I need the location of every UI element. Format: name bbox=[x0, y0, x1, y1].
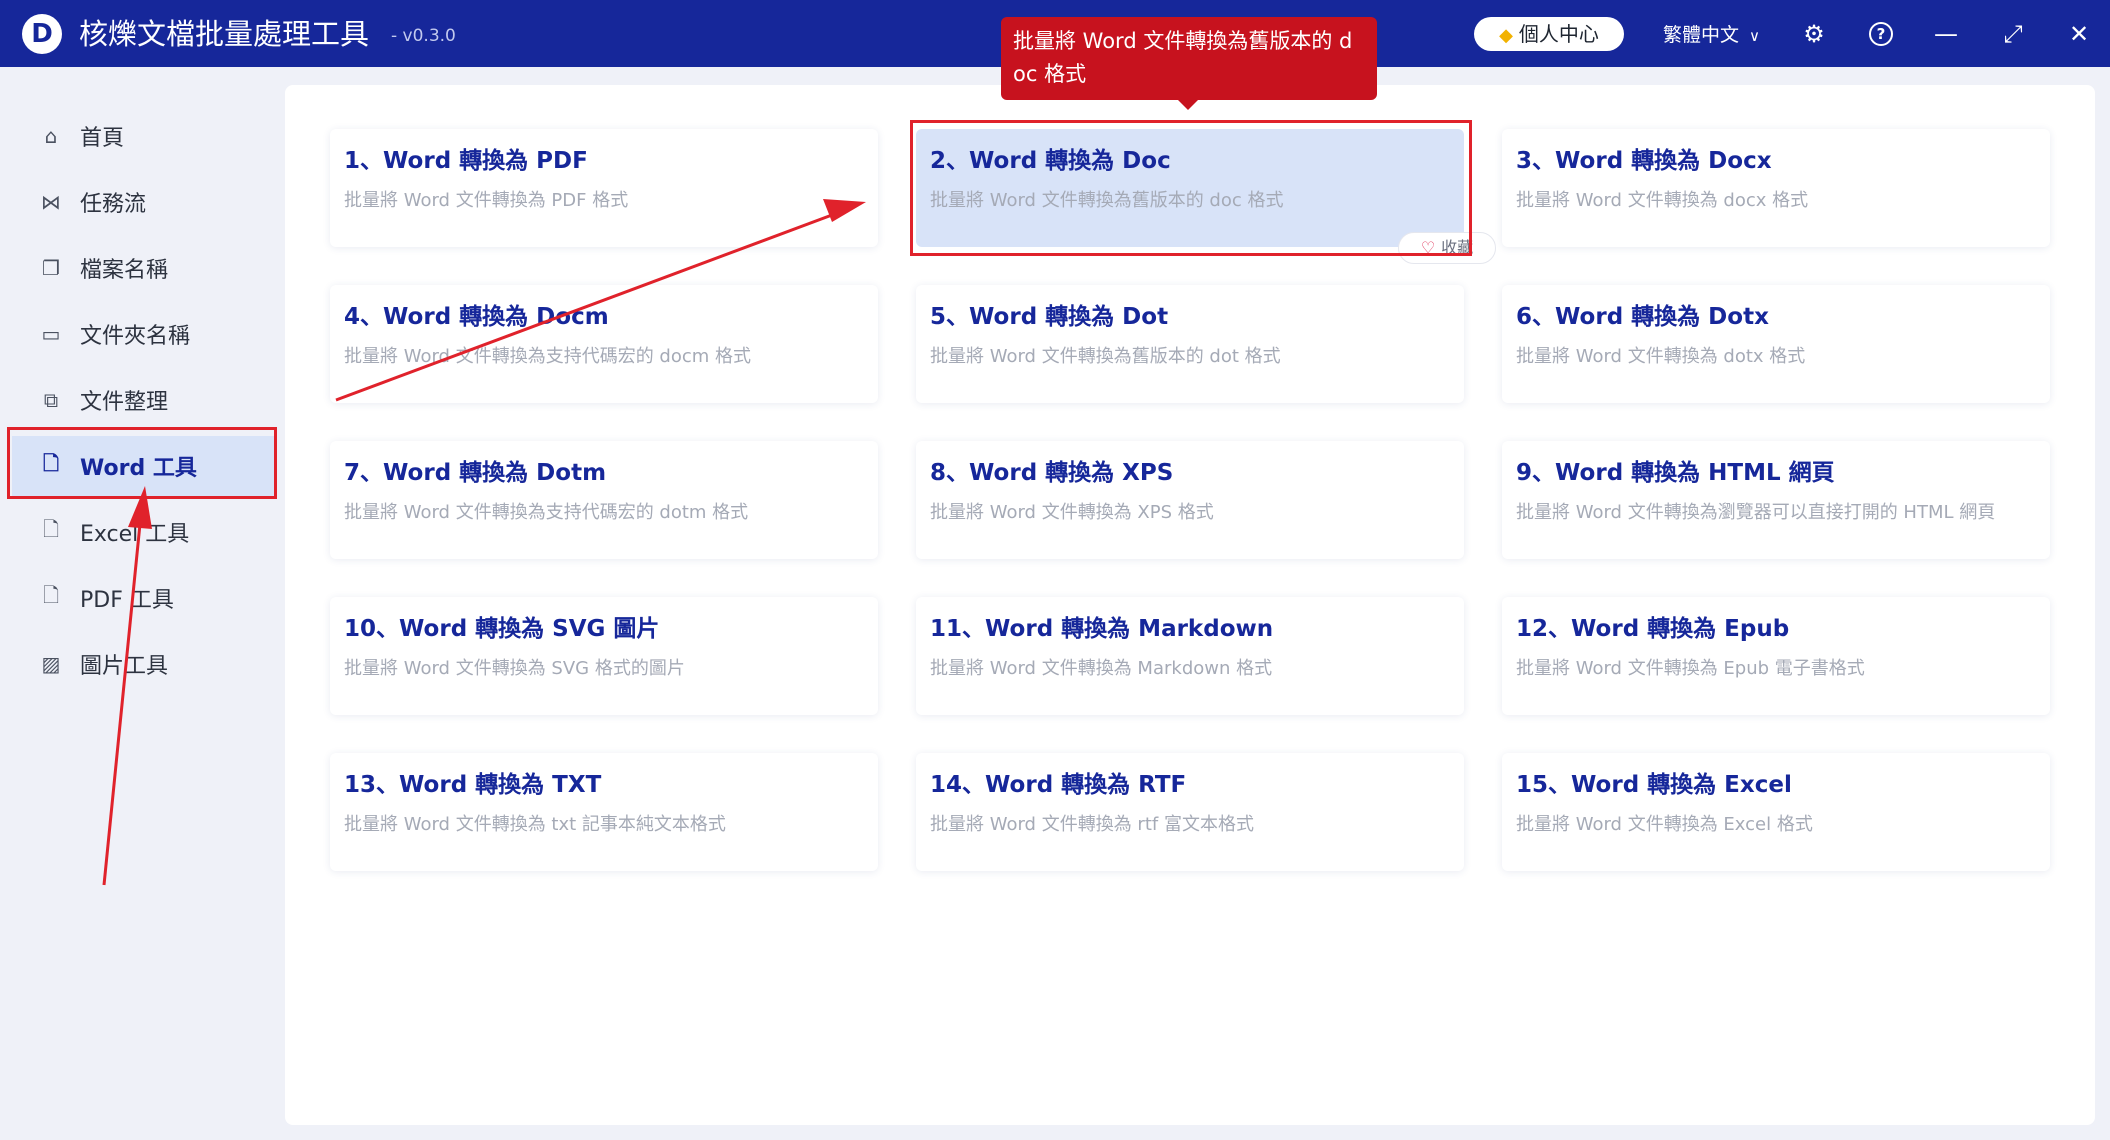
organize-icon: ⧉ bbox=[43, 388, 59, 412]
home-icon: ⌂ bbox=[44, 124, 58, 148]
card-title: 12、Word 轉換為 Epub bbox=[1516, 616, 1790, 642]
sidebar-item-label: 圖片工具 bbox=[80, 654, 169, 679]
card-title: 7、Word 轉換為 Dotm bbox=[344, 460, 607, 486]
settings-icon[interactable]: ⚙ bbox=[1798, 18, 1830, 50]
language-selector[interactable]: 繁體中文 ∨ bbox=[1663, 20, 1760, 51]
card-description: 批量將 Word 文件轉換為支持代碼宏的 docm 格式 bbox=[344, 346, 752, 367]
tool-card-word-to-docm[interactable]: 4、Word 轉換為 Docm 批量將 Word 文件轉換為支持代碼宏的 doc… bbox=[330, 285, 878, 403]
diamond-icon: ◆ bbox=[1499, 25, 1513, 46]
sidebar-item-folder-name[interactable]: ▭ 文件夾名稱 bbox=[12, 304, 274, 364]
sidebar: ⌂ 首頁 ⋈ 任務流 ❐ 檔案名稱 ▭ 文件夾名稱 ⧉ 文件整理 🗋 Word 工具 🗋 Ex… bbox=[0, 67, 285, 1140]
tool-card-word-to-html[interactable]: 9、Word 轉換為 HTML 網頁 批量將 Word 文件轉換為瀏覽器可以直接… bbox=[1502, 441, 2050, 559]
card-title: 4、Word 轉換為 Docm bbox=[344, 304, 609, 330]
sidebar-item-file-name[interactable]: ❐ 檔案名稱 bbox=[12, 238, 274, 298]
excel-icon: 🗋 bbox=[42, 517, 60, 541]
sidebar-item-label: 任務流 bbox=[80, 192, 147, 217]
card-description: 批量將 Word 文件轉換為舊版本的 doc 格式 bbox=[930, 190, 1284, 211]
app-title: 核爍文檔批量處理工具 bbox=[79, 17, 370, 51]
sidebar-item-pdf-tools[interactable]: 🗋 PDF 工具 bbox=[12, 568, 274, 628]
card-description: 批量將 Word 文件轉換為 rtf 富文本格式 bbox=[930, 814, 1254, 835]
card-description: 批量將 Word 文件轉換為 PDF 格式 bbox=[344, 190, 629, 211]
card-title: 5、Word 轉換為 Dot bbox=[930, 304, 1169, 330]
tooltip: 批量將 Word 文件轉換為舊版本的 doc 格式 bbox=[1001, 17, 1377, 100]
image-icon: ▨ bbox=[41, 652, 61, 676]
card-description: 批量將 Word 文件轉換為 Excel 格式 bbox=[1516, 814, 1813, 835]
card-description: 批量將 Word 文件轉換為 Markdown 格式 bbox=[930, 658, 1273, 679]
tool-card-word-to-dot[interactable]: 5、Word 轉換為 Dot 批量將 Word 文件轉換為舊版本的 dot 格式 bbox=[916, 285, 1464, 403]
sidebar-item-label: Excel 工具 bbox=[80, 522, 190, 547]
card-title: 13、Word 轉換為 TXT bbox=[344, 772, 602, 798]
close-icon[interactable]: ✕ bbox=[2063, 18, 2095, 50]
card-description: 批量將 Word 文件轉換為 Epub 電子書格式 bbox=[1516, 658, 1865, 679]
card-title: 10、Word 轉換為 SVG 圖片 bbox=[344, 616, 660, 642]
card-title: 3、Word 轉換為 Docx bbox=[1516, 148, 1772, 174]
language-label: 繁體中文 bbox=[1663, 24, 1740, 46]
sidebar-item-label: 檔案名稱 bbox=[80, 258, 169, 283]
help-icon[interactable]: ? bbox=[1869, 22, 1893, 46]
card-title: 14、Word 轉換為 RTF bbox=[930, 772, 1187, 798]
tool-card-word-to-markdown[interactable]: 11、Word 轉換為 Markdown 批量將 Word 文件轉換為 Mark… bbox=[916, 597, 1464, 715]
favorite-label: 收藏 bbox=[1441, 238, 1474, 257]
heart-icon: ♡ bbox=[1420, 238, 1436, 257]
tooltip-pointer bbox=[1177, 99, 1199, 110]
app-version: - v0.3.0 bbox=[391, 26, 456, 46]
sidebar-item-word-tools[interactable]: 🗋 Word 工具 bbox=[12, 436, 274, 496]
card-description: 批量將 Word 文件轉換為 txt 記事本純文本格式 bbox=[344, 814, 726, 835]
card-description: 批量將 Word 文件轉換為舊版本的 dot 格式 bbox=[930, 346, 1281, 367]
sidebar-item-label: Word 工具 bbox=[80, 456, 197, 481]
tool-card-word-to-doc[interactable]: 2、Word 轉換為 Doc 批量將 Word 文件轉換為舊版本的 doc 格式 bbox=[916, 129, 1464, 247]
workflow-icon: ⋈ bbox=[41, 190, 61, 214]
file-name-icon: ❐ bbox=[42, 256, 60, 280]
maximize-icon[interactable]: ⤢ bbox=[1997, 18, 2029, 50]
tool-card-word-to-dotx[interactable]: 6、Word 轉換為 Dotx 批量將 Word 文件轉換為 dotx 格式 bbox=[1502, 285, 2050, 403]
card-title: 8、Word 轉換為 XPS bbox=[930, 460, 1174, 486]
app-logo: D bbox=[22, 14, 62, 54]
card-description: 批量將 Word 文件轉換為 dotx 格式 bbox=[1516, 346, 1806, 367]
card-title: 9、Word 轉換為 HTML 網頁 bbox=[1516, 460, 1835, 486]
minimize-icon[interactable]: — bbox=[1930, 18, 1962, 50]
sidebar-item-organize[interactable]: ⧉ 文件整理 bbox=[12, 370, 274, 430]
card-description: 批量將 Word 文件轉換為 docx 格式 bbox=[1516, 190, 1809, 211]
chevron-down-icon: ∨ bbox=[1749, 27, 1760, 45]
tool-card-word-to-excel[interactable]: 15、Word 轉換為 Excel 批量將 Word 文件轉換為 Excel 格… bbox=[1502, 753, 2050, 871]
sidebar-item-label: 文件夾名稱 bbox=[80, 324, 191, 349]
sidebar-item-label: PDF 工具 bbox=[80, 588, 174, 613]
favorite-button[interactable]: ♡ 收藏 bbox=[1398, 232, 1496, 264]
card-title: 11、Word 轉換為 Markdown bbox=[930, 616, 1274, 642]
word-icon: 🗋 bbox=[42, 451, 60, 475]
sidebar-item-label: 首頁 bbox=[80, 126, 125, 151]
pdf-icon: 🗋 bbox=[42, 583, 60, 607]
sidebar-item-home[interactable]: ⌂ 首頁 bbox=[12, 106, 274, 166]
tool-card-word-to-epub[interactable]: 12、Word 轉換為 Epub 批量將 Word 文件轉換為 Epub 電子書… bbox=[1502, 597, 2050, 715]
sidebar-item-label: 文件整理 bbox=[80, 390, 169, 415]
personal-center-label: 個人中心 bbox=[1518, 22, 1599, 46]
card-description: 批量將 Word 文件轉換為支持代碼宏的 dotm 格式 bbox=[344, 502, 749, 523]
card-title: 6、Word 轉換為 Dotx bbox=[1516, 304, 1769, 330]
tool-card-word-to-svg[interactable]: 10、Word 轉換為 SVG 圖片 批量將 Word 文件轉換為 SVG 格式… bbox=[330, 597, 878, 715]
card-description: 批量將 Word 文件轉換為 SVG 格式的圖片 bbox=[344, 658, 685, 679]
tool-card-word-to-xps[interactable]: 8、Word 轉換為 XPS 批量將 Word 文件轉換為 XPS 格式 bbox=[916, 441, 1464, 559]
card-description: 批量將 Word 文件轉換為 XPS 格式 bbox=[930, 502, 1214, 523]
tool-card-word-to-pdf[interactable]: 1、Word 轉換為 PDF 批量將 Word 文件轉換為 PDF 格式 bbox=[330, 129, 878, 247]
tool-card-word-to-rtf[interactable]: 14、Word 轉換為 RTF 批量將 Word 文件轉換為 rtf 富文本格式 bbox=[916, 753, 1464, 871]
card-title: 1、Word 轉換為 PDF bbox=[344, 148, 588, 174]
sidebar-item-image-tools[interactable]: ▨ 圖片工具 bbox=[12, 634, 274, 694]
sidebar-item-workflow[interactable]: ⋈ 任務流 bbox=[12, 172, 274, 232]
tool-card-word-to-txt[interactable]: 13、Word 轉換為 TXT 批量將 Word 文件轉換為 txt 記事本純文… bbox=[330, 753, 878, 871]
folder-icon: ▭ bbox=[41, 322, 61, 346]
sidebar-item-excel-tools[interactable]: 🗋 Excel 工具 bbox=[12, 502, 274, 562]
tool-card-word-to-dotm[interactable]: 7、Word 轉換為 Dotm 批量將 Word 文件轉換為支持代碼宏的 dot… bbox=[330, 441, 878, 559]
app-window: D 核爍文檔批量處理工具 - v0.3.0 ◆ 個人中心 繁體中文 ∨ ⚙ ? — … bbox=[0, 0, 2110, 1140]
card-title: 2、Word 轉換為 Doc bbox=[930, 148, 1171, 174]
card-title: 15、Word 轉換為 Excel bbox=[1516, 772, 1792, 798]
personal-center-button[interactable]: ◆ 個人中心 bbox=[1474, 17, 1624, 51]
tool-card-word-to-docx[interactable]: 3、Word 轉換為 Docx 批量將 Word 文件轉換為 docx 格式 bbox=[1502, 129, 2050, 247]
card-description: 批量將 Word 文件轉換為瀏覽器可以直接打開的 HTML 網頁 bbox=[1516, 502, 1996, 523]
